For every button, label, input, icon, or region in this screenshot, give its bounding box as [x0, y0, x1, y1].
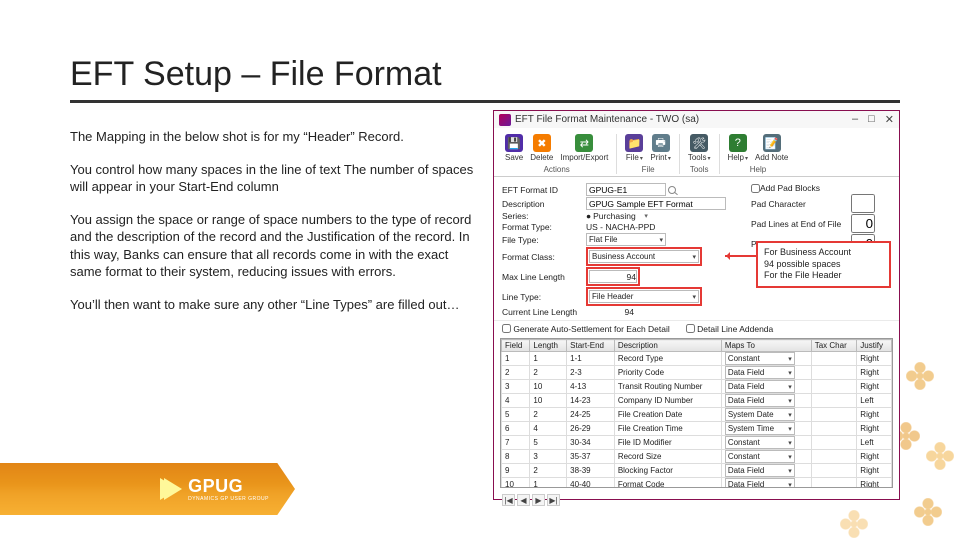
app-window: EFT File Format Maintenance - TWO (sa) –… [493, 110, 900, 500]
body-copy: The Mapping in the below shot is for my … [70, 110, 483, 510]
nav-next[interactable]: ▶ [532, 494, 545, 506]
gpug-sub: DYNAMICS GP USER GROUP [188, 497, 269, 502]
table-row[interactable]: 222-3Priority CodeData FieldRight [502, 366, 892, 380]
col-header[interactable]: Tax Char [811, 340, 857, 352]
dropdown-linetype[interactable]: File Header [589, 290, 699, 303]
close-button[interactable]: ✕ [885, 113, 894, 126]
file-button[interactable]: 📁File▾ [623, 134, 645, 162]
table-row[interactable]: 5224-25File Creation DateSystem DateRigh… [502, 408, 892, 422]
dropdown-filetype[interactable]: Flat File [586, 233, 666, 246]
print-button[interactable]: 🖶Print▾ [648, 134, 672, 162]
table-row[interactable]: 7530-34File ID ModifierConstantLeft [502, 436, 892, 450]
toolbar: 💾Save ✖Delete ⇄Import/Export Actions 📁Fi… [494, 128, 899, 177]
add-note-button[interactable]: 📝Add Note [753, 134, 790, 162]
minimize-button[interactable]: – [852, 113, 858, 126]
chk-addpad[interactable] [751, 184, 760, 193]
delete-button[interactable]: ✖Delete [528, 134, 555, 162]
help-button[interactable]: ?Help▾ [726, 134, 750, 162]
col-header[interactable]: Length [530, 340, 567, 352]
table-row[interactable]: 3104-13Transit Routing NumberData FieldR… [502, 380, 892, 394]
cell-mapsto-dropdown[interactable]: Constant [725, 352, 795, 365]
nav-last[interactable]: ▶| [547, 494, 560, 506]
label-addpad: Add Pad Blocks [760, 183, 820, 193]
label-padchar: Pad Character [751, 199, 851, 209]
titlebar: EFT File Format Maintenance - TWO (sa) –… [494, 111, 899, 128]
group-actions-label: Actions [544, 165, 570, 174]
label-formatclass: Format Class: [502, 252, 586, 262]
gpug-arrow-icon [164, 478, 182, 500]
table-row[interactable]: 9238-39Blocking FactorData FieldRight [502, 464, 892, 478]
input-padlines[interactable] [851, 214, 875, 233]
col-header[interactable]: Justify [857, 340, 892, 352]
maximize-button[interactable]: □ [868, 113, 875, 126]
callout-box: For Business Account 94 possible spaces … [756, 241, 891, 288]
input-maxline[interactable] [589, 270, 637, 283]
value-series: Purchasing [593, 211, 636, 221]
table-row[interactable]: 8335-37Record SizeConstantRight [502, 450, 892, 464]
col-header[interactable]: Description [614, 340, 721, 352]
value-curline: 94 [586, 307, 634, 317]
lookup-icon[interactable] [668, 186, 676, 194]
label-formattype: Format Type: [502, 222, 586, 232]
value-formattype: US - NACHA-PPD [586, 222, 655, 232]
table-row[interactable]: 6426-29File Creation TimeSystem TimeRigh… [502, 422, 892, 436]
cell-mapsto-dropdown[interactable]: Constant [725, 450, 795, 463]
record-nav: |◀ ◀ ▶ ▶| [494, 492, 899, 510]
app-icon [499, 114, 511, 126]
input-formatid[interactable] [586, 183, 666, 196]
label-maxline: Max Line Length [502, 272, 586, 282]
input-padchar[interactable] [851, 194, 875, 213]
label-linetype: Line Type: [502, 292, 586, 302]
window-title: EFT File Format Maintenance - TWO (sa) [515, 114, 852, 125]
table-row[interactable]: 10140-40Format CodeData FieldRight [502, 478, 892, 489]
label-series: Series: [502, 211, 586, 221]
table-row[interactable]: 111-1Record TypeConstantRight [502, 352, 892, 366]
cell-mapsto-dropdown[interactable]: Constant [725, 436, 795, 449]
cell-mapsto-dropdown[interactable]: System Date [725, 408, 795, 421]
label-curline: Current Line Length [502, 307, 586, 317]
group-help-label: Help [750, 165, 766, 174]
label-formatid: EFT Format ID [502, 185, 586, 195]
tools-button[interactable]: 🛠Tools▾ [686, 134, 713, 162]
label-padlines: Pad Lines at End of File [751, 219, 851, 229]
slide-title: EFT Setup – File Format [70, 55, 900, 103]
gpug-brand: GPUG [188, 476, 243, 496]
col-header[interactable]: Field [502, 340, 530, 352]
dropdown-formatclass[interactable]: Business Account [589, 250, 699, 263]
nav-first[interactable]: |◀ [502, 494, 515, 506]
save-button[interactable]: 💾Save [503, 134, 525, 162]
col-header[interactable]: Maps To [721, 340, 811, 352]
col-header[interactable]: Start-End [567, 340, 615, 352]
cell-mapsto-dropdown[interactable]: System Time [725, 422, 795, 435]
import-export-button[interactable]: ⇄Import/Export [558, 134, 610, 162]
callout-arrow [725, 255, 757, 257]
label-description: Description [502, 199, 586, 209]
cell-mapsto-dropdown[interactable]: Data Field [725, 464, 795, 477]
cell-mapsto-dropdown[interactable]: Data Field [725, 380, 795, 393]
chk-detail-addenda[interactable]: Detail Line Addenda [686, 323, 773, 334]
footer-badge: GPUG DYNAMICS GP USER GROUP [0, 463, 295, 515]
group-file-label: File [642, 165, 655, 174]
input-description[interactable] [586, 197, 726, 210]
chk-gen-auto[interactable]: Generate Auto-Settlement for Each Detail [502, 323, 670, 334]
options-row: Generate Auto-Settlement for Each Detail… [494, 320, 899, 336]
nav-prev[interactable]: ◀ [517, 494, 530, 506]
cell-mapsto-dropdown[interactable]: Data Field [725, 394, 795, 407]
cell-mapsto-dropdown[interactable]: Data Field [725, 478, 795, 488]
table-row[interactable]: 41014-23Company ID NumberData FieldLeft [502, 394, 892, 408]
label-filetype: File Type: [502, 235, 586, 245]
cell-mapsto-dropdown[interactable]: Data Field [725, 366, 795, 379]
mapping-grid[interactable]: FieldLengthStart-EndDescriptionMaps ToTa… [500, 338, 893, 488]
group-tools-label: Tools [690, 165, 709, 174]
